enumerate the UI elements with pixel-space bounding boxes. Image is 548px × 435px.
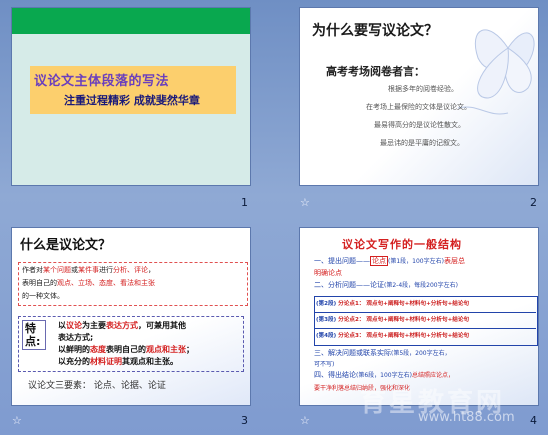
table-divider (314, 312, 536, 313)
slide-1-title: 议论文主体段落的写法 (34, 74, 170, 89)
slide-2-subtitle: 高考考场阅卷者言： (326, 65, 425, 78)
slide-2-thumbnail[interactable]: 为什么要写议论文？ 高考考场阅卷者言： 根据多年的阅卷经验。 在考场上最保险的文… (300, 8, 538, 185)
slide-transition-icon[interactable]: ☆ (300, 196, 310, 209)
definition-line-1: 作者对某个问题或某件事进行分析、评论， (22, 266, 155, 274)
slide-2-number: 2 (530, 196, 537, 209)
definition-line-3: 的一种文体。 (22, 292, 64, 300)
structure-line-2: 二、分析问题——论证(第2-4段，每段200字左右) (314, 281, 458, 289)
structure-line-1: 一、提出问题—— 论点 (第1段，100字左右)表层总 (314, 256, 465, 266)
table-divider (314, 328, 536, 329)
table-row: (第4段) 分论点3： 观点句+阐释句+材料句+分析句+结论句 (316, 333, 470, 339)
slide-3-title: 什么是议论文？ (20, 238, 112, 253)
green-header-bar (12, 8, 250, 34)
slide-1-thumbnail[interactable]: 议论文主体段落的写法 注重过程精彩 成就斐然华章 (12, 8, 250, 185)
slide-2-line-2: 在考场上最保险的文体是议论文。 (366, 103, 471, 111)
slide-transition-icon[interactable]: ☆ (12, 414, 22, 427)
slide-4-title: 议论文写作的一般结构 (342, 238, 462, 251)
watermark-url: www.ht88.com (418, 410, 515, 425)
table-row: (第3段) 分论点2： 观点句+阐释句+材料句+分析句+结论句 (316, 317, 470, 323)
table-row: (第2段) 分论点1： 观点句+阐释句+材料句+分析句+结论句 (316, 301, 470, 307)
slide-1-subtitle: 注重过程精彩 成就斐然华章 (64, 94, 200, 107)
structure-line-3b: 可不写) (314, 361, 335, 368)
structure-line-3: 三、解决问题或联系实际(第5段，200字左右， (314, 349, 451, 357)
feature-line-3: 以鲜明的态度表明自己的观点和主张； (58, 345, 194, 354)
feature-line-2: 表达方式; (58, 333, 94, 342)
slide-3-number: 3 (241, 414, 248, 427)
slide-2-title: 为什么要写议论文？ (312, 23, 438, 39)
slide-2-line-1: 根据多年的阅卷经验。 (388, 85, 458, 93)
slide-2-line-3: 最易得高分的是议论性散文。 (374, 121, 465, 129)
feature-line-1: 以议论为主要表达方式，可兼用其他 (58, 321, 186, 330)
slide-2-line-4: 最忌讳的是平庸的记叙文。 (380, 139, 464, 147)
definition-line-2: 表明自己的观点、立场、态度、看法和主张 (22, 279, 155, 287)
slide-1-number: 1 (241, 196, 248, 209)
slide-transition-icon[interactable]: ☆ (300, 414, 310, 427)
feature-line-4: 以充分的材料证明其观点和主张。 (58, 357, 178, 366)
structure-line-4: 四、得出结论(第6段，100字左右)总结照应论点， (314, 371, 454, 379)
slide-3-thumbnail[interactable]: 什么是议论文？ 作者对某个问题或某件事进行分析、评论， 表明自己的观点、立场、态… (12, 228, 250, 405)
slide-4-number: 4 (530, 414, 537, 427)
features-label: 特点: (22, 320, 46, 350)
slide-4-thumbnail[interactable]: 议论文写作的一般结构 一、提出问题—— 论点 (第1段，100字左右)表层总 明确论… (300, 228, 538, 405)
structure-line-1b: 明确论点 (314, 269, 342, 277)
three-elements: 议论文三要素： 论点、论据、论证 (28, 381, 166, 391)
